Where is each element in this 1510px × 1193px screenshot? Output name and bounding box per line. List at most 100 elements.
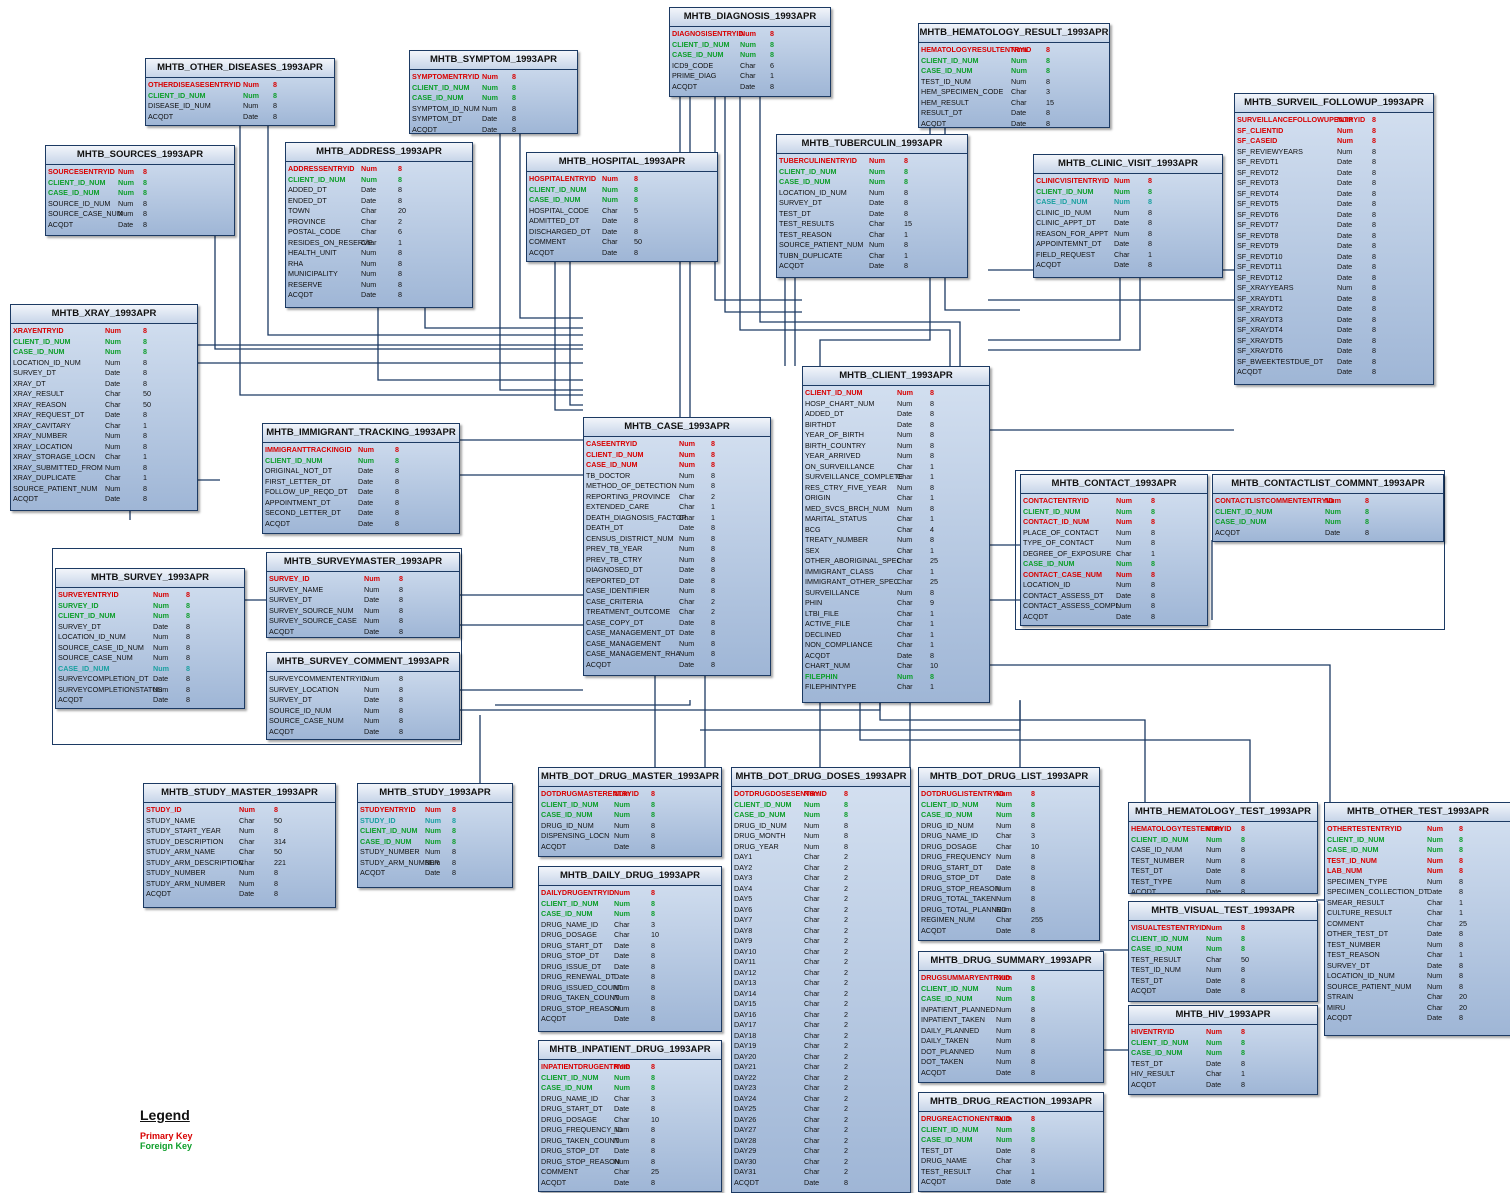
field-length: 2	[711, 596, 715, 606]
field-length: 2	[844, 1114, 848, 1124]
field-row: DISCHARGED_DT Date 8	[529, 227, 715, 238]
field-length: 8	[143, 368, 147, 377]
field-length: 8	[143, 378, 147, 388]
field-length: 8	[274, 805, 278, 814]
field-length: 8	[1372, 157, 1376, 166]
field-name: CLIENT_ID_NUM	[48, 177, 106, 187]
field-name: PREV_TB_CTRY	[586, 554, 643, 564]
field-row: CLIENT_ID_NUM Num 8	[1023, 507, 1205, 518]
field-row: CASE_ID_NUM Num 8	[360, 837, 510, 848]
field-length: 10	[651, 1114, 659, 1124]
field-name: SF_REVDT5	[1237, 199, 1279, 208]
field-name: DRUG_TOTAL_PLANNED	[921, 904, 1007, 914]
field-name: MUNICIPALITY	[288, 269, 338, 278]
field-row: SYMPTOM_DT Date 8	[412, 114, 575, 125]
field-type: Char	[804, 988, 820, 998]
field-length: 8	[1151, 601, 1155, 610]
field-length: 8	[1459, 834, 1463, 844]
field-type: Num	[996, 883, 1012, 893]
field-type: Char	[869, 229, 885, 239]
field-name: DRUG_START_DT	[921, 862, 983, 872]
field-length: 8	[1372, 188, 1376, 198]
field-name: DRUG_NAME_ID	[541, 1093, 599, 1103]
field-name: STUDYENTRYID	[360, 805, 416, 814]
field-type: Num	[361, 174, 377, 184]
field-name: COMMENT	[529, 237, 567, 246]
field-length: 8	[930, 409, 934, 418]
field-name: TEST_ID_NUM	[921, 76, 971, 86]
field-name: DAY13	[734, 978, 757, 987]
field-name: CLIENT_ID_NUM	[529, 184, 587, 194]
field-length: 8	[1372, 251, 1376, 261]
field-length: 1	[711, 512, 715, 522]
field-name: TEST_RESULTS	[779, 219, 834, 228]
field-name: DAY31	[734, 1167, 757, 1176]
field-length: 25	[1459, 918, 1467, 928]
field-type: Num	[614, 909, 630, 918]
field-length: 8	[651, 940, 655, 950]
field-type: Num	[482, 72, 498, 81]
table-surveymaster: MHTB_SURVEYMASTER_1993APR SURVEY_ID Num 8 SU…	[266, 552, 460, 638]
field-row: DRUG_MONTH Num 8	[734, 831, 908, 842]
field-row: SURVEY_DT Date 8	[58, 622, 242, 633]
table-sources: MHTB_SOURCES_1993APR SOURCESENTRYID Num 8 CL…	[45, 145, 235, 236]
field-name: SURVEYCOMPLETIONSTATUS	[58, 684, 163, 694]
field-type: Date	[679, 628, 695, 637]
field-row: DEATH_DT Date 8	[586, 523, 768, 534]
field-length: 8	[1148, 176, 1152, 185]
field-row: CASEENTRYID Num 8	[586, 439, 768, 450]
field-name: DRUG_STOP_REASON	[541, 1003, 620, 1013]
field-length: 1	[1031, 1166, 1035, 1176]
field-row: INPATIENT_PLANNED Num 8	[921, 1005, 1101, 1016]
field-type: Char	[679, 502, 695, 511]
field-type: Date	[614, 1014, 630, 1023]
field-row: CLIENT_ID_NUM Num 8	[779, 167, 965, 178]
field-row: SF_XRAYDT3 Date 8	[1237, 315, 1431, 326]
field-type: Date	[1206, 887, 1222, 894]
field-length: 8	[1151, 559, 1155, 568]
field-length: 8	[1151, 569, 1155, 579]
field-length: 8	[711, 481, 715, 490]
field-row: POSTAL_CODE Char 6	[288, 227, 470, 238]
field-type: Num	[361, 258, 377, 268]
field-type: Num	[1337, 283, 1353, 292]
field-row: CLIENT_ID_NUM Num 8	[586, 450, 768, 461]
field-type: Num	[1011, 76, 1027, 86]
field-type: Char	[105, 399, 121, 409]
field-name: ACQDT	[146, 889, 172, 898]
field-length: 1	[930, 461, 934, 471]
field-type: Num	[996, 1004, 1012, 1014]
field-length: 8	[399, 616, 403, 625]
field-length: 1	[930, 545, 934, 555]
field-name: ACQDT	[360, 868, 386, 877]
field-length: 8	[1459, 855, 1463, 865]
field-name: HOSPITALENTRYID	[529, 174, 597, 183]
field-length: 8	[1241, 1037, 1245, 1047]
field-type: Num	[1337, 125, 1353, 135]
field-length: 8	[186, 663, 190, 673]
field-type: Num	[897, 398, 913, 408]
field-name: DAY6	[734, 904, 753, 914]
table-hospital: MHTB_HOSPITAL_1993APR HOSPITALENTRYID Num 8…	[526, 152, 718, 262]
field-type: Num	[869, 156, 885, 165]
field-name: CLIENT_ID_NUM	[1131, 834, 1189, 844]
field-type: Char	[361, 206, 377, 215]
table-surveil-followup: MHTB_SURVEIL_FOLLOWUP_1993APR SURVEILLANC…	[1234, 93, 1434, 385]
table-hematology-result: MHTB_HEMATOLOGY_RESULT_1993APR HEMATOLOGY…	[918, 23, 1110, 128]
field-length: 8	[395, 476, 399, 486]
field-name: SF_REVDT4	[1237, 188, 1279, 198]
field-name: DRUG_ISSUED_COUNT	[541, 982, 623, 992]
field-length: 8	[395, 487, 399, 496]
field-length: 8	[512, 72, 516, 81]
field-row: DAY30 Char 2	[734, 1157, 908, 1168]
field-length: 8	[651, 1003, 655, 1013]
field-length: 1	[1459, 950, 1463, 959]
field-length: 8	[1148, 260, 1152, 269]
field-length: 8	[1031, 1046, 1035, 1056]
field-name: TEST_REASON	[1327, 950, 1380, 959]
field-length: 8	[651, 1014, 655, 1023]
field-name: DEATH_DIAGNOSIS_FACTOR	[586, 512, 687, 522]
field-type: Char	[897, 514, 913, 523]
field-type: Num	[602, 184, 618, 194]
field-length: 8	[1031, 799, 1035, 809]
